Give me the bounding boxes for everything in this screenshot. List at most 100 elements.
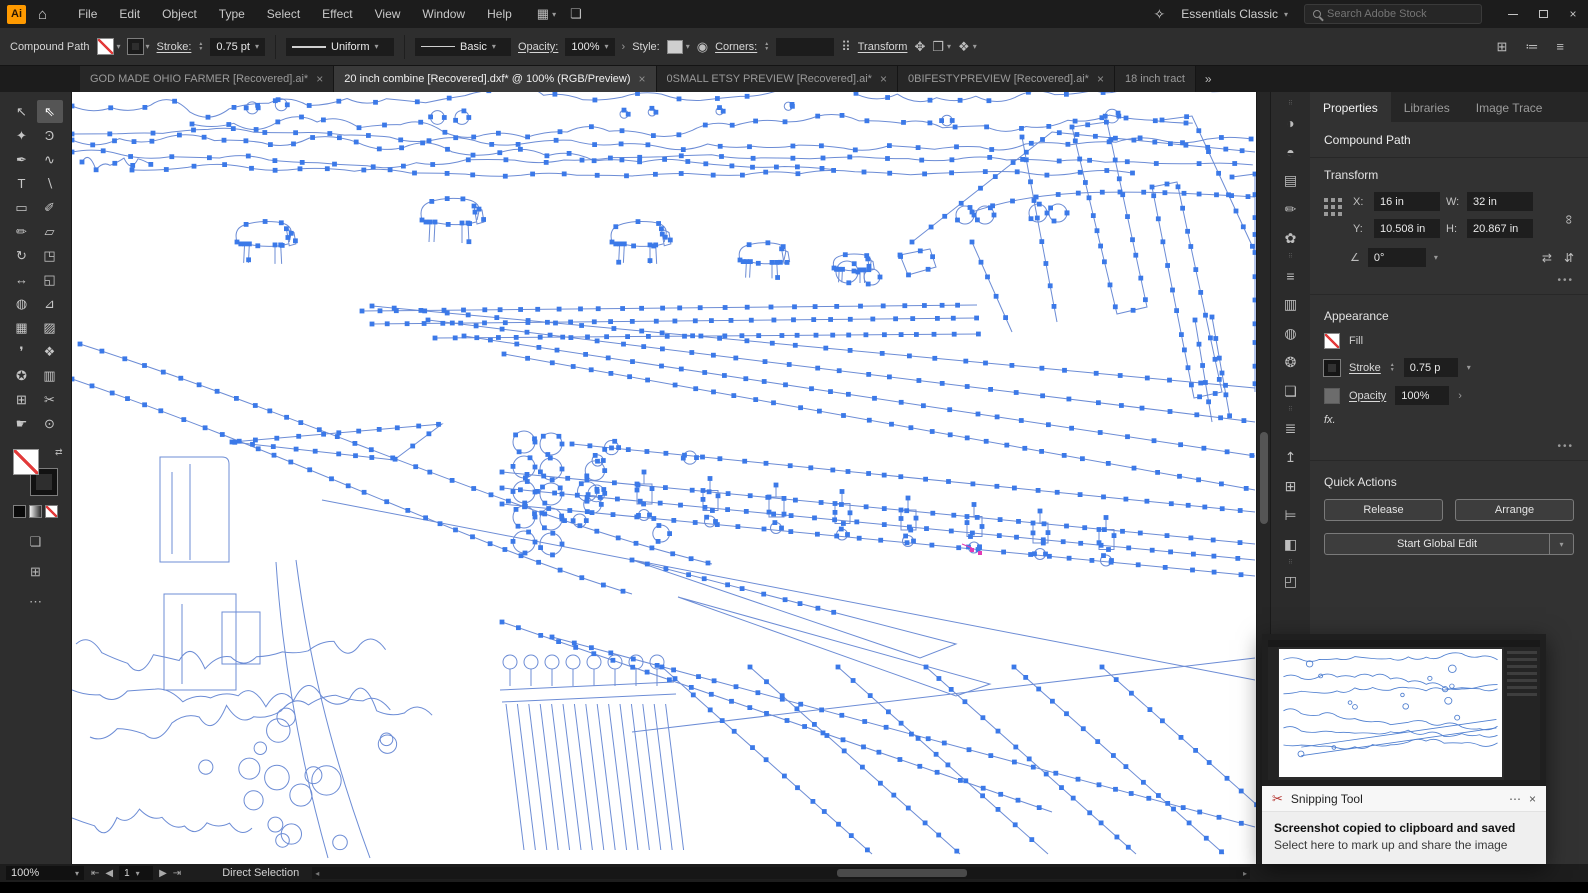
recolor-artwork-icon[interactable]: ◉ [697,39,708,55]
constrain-proportions-icon[interactable]: ∞ [1562,214,1577,223]
color-mode-button[interactable] [13,505,26,518]
swap-fill-stroke-icon[interactable]: ⇄ [55,447,63,458]
width-profile-dropdown[interactable]: Uniform▾ [286,38,394,56]
fill-color-dropdown[interactable]: ▾ [97,38,121,55]
screen-mode-icon[interactable]: ❏ [570,6,582,22]
blend-tool[interactable]: ❖ [37,340,63,363]
pathfinder-panel-icon[interactable]: ◧ [1273,530,1309,559]
document-tab[interactable]: 0BIFESTYPREVIEW [Recovered].ai*× [898,66,1115,92]
arrange-dropdown[interactable]: ❖▾ [958,39,977,55]
tab-libraries[interactable]: Libraries [1391,92,1463,122]
shape-modes-dropdown[interactable]: ❒▾ [932,39,951,55]
transform-link[interactable]: Transform [858,41,908,53]
stroke-swatch[interactable] [1324,360,1340,376]
canvas-area[interactable] [72,92,1256,864]
width-tool[interactable]: ↔ [9,268,35,291]
h-field[interactable]: 20.867 in [1467,219,1533,238]
pencil-tool[interactable]: ✏ [9,220,35,243]
close-button[interactable]: × [1558,0,1588,28]
artboards-panel-icon[interactable]: ⊞ [1273,472,1309,501]
pen-tool[interactable]: ✒ [9,148,35,171]
menu-edit[interactable]: Edit [108,0,151,28]
toolbar-more-icon[interactable]: ⋯ [29,594,42,610]
rotation-caret-icon[interactable]: ▾ [1434,253,1438,262]
fill-swatch-none[interactable] [1324,333,1340,349]
fill-indicator-none[interactable] [13,449,39,475]
opacity-panel-arrow[interactable]: › [1458,390,1462,402]
zoom-level-dropdown[interactable]: 100%▾ [6,866,84,880]
selection-tool[interactable]: ↖ [9,100,35,123]
direct-selection-tool[interactable]: ⇖ [37,100,63,123]
menu-view[interactable]: View [364,0,412,28]
tab-close-icon[interactable]: × [880,72,887,86]
draw-mode-icon[interactable]: ❏ [30,534,42,550]
isolate-selected-icon[interactable]: ✥ [914,39,925,55]
style-dropdown[interactable]: ▾ [667,40,690,54]
first-artboard-icon[interactable]: ⇤ [91,868,99,879]
gradient-panel-icon[interactable]: ▥ [1273,290,1309,319]
previous-artboard-icon[interactable]: ◀ [105,868,113,879]
menu-type[interactable]: Type [208,0,256,28]
hand-tool[interactable]: ☛ [9,412,35,435]
menu-help[interactable]: Help [476,0,523,28]
horizontal-scrollbar[interactable]: ◂ ▸ [312,867,1250,879]
artboard-number-field[interactable]: 1▾ [119,866,153,880]
symbols-panel-icon[interactable]: ✿ [1273,224,1309,253]
paintbrush-tool[interactable]: ✐ [37,196,63,219]
curvature-tool[interactable]: ∿ [37,148,63,171]
document-tab[interactable]: 18 inch tract [1115,66,1196,92]
rotation-field[interactable]: 0° [1368,248,1426,267]
x-field[interactable]: 16 in [1374,192,1440,211]
transparency-panel-icon[interactable]: ◍ [1273,319,1309,348]
color-panel-icon[interactable]: ◑ [1273,108,1309,137]
document-tab[interactable]: 0SMALL ETSY PREVIEW [Recovered].ai*× [657,66,898,92]
document-tab[interactable]: 20 inch combine [Recovered].dxf* @ 100% … [334,66,656,92]
stroke-weight-caret-icon[interactable]: ▾ [1467,363,1471,372]
brushes-panel-icon[interactable]: ✏ [1273,195,1309,224]
arrange-button[interactable]: Arrange [1455,499,1574,521]
slice-tool[interactable]: ✂ [37,388,63,411]
magic-wand-tool[interactable]: ✦ [9,124,35,147]
shape-builder-tool[interactable]: ◍ [9,292,35,315]
restore-button[interactable] [1528,0,1558,28]
workspace-switcher[interactable]: Essentials Classic ▾ [1181,7,1288,21]
arrange-documents-icon[interactable]: ▦▾ [537,6,556,22]
corners-link[interactable]: Corners: [715,41,757,53]
eyedropper-tool[interactable]: ❜ [9,340,35,363]
release-button[interactable]: Release [1324,499,1443,521]
scroll-right-icon[interactable]: ▸ [1243,869,1247,878]
tab-close-icon[interactable]: × [1097,72,1104,86]
align-panel-icon[interactable]: ⊨ [1273,501,1309,530]
color-guide-panel-icon[interactable]: ◓ [1273,137,1309,166]
notification-more-icon[interactable]: ⋯ [1509,792,1521,806]
asset-export-panel-icon[interactable]: ↥ [1273,443,1309,472]
stroke-weight-field[interactable]: 0.75 pt▾ [210,38,265,56]
appearance-panel-icon[interactable]: ❂ [1273,348,1309,377]
brush-dropdown[interactable]: Basic▾ [415,38,511,56]
opacity-link[interactable]: Opacity: [518,41,558,53]
w-field[interactable]: 32 in [1467,192,1533,211]
align-pixel-grid-icon[interactable]: ⠿ [841,39,851,55]
eraser-tool[interactable]: ▱ [37,220,63,243]
stroke-weight-field[interactable]: 0.75 p [1404,358,1458,377]
panel-menu-icon[interactable]: ≡ [1556,39,1564,54]
document-setup-icon[interactable]: ≔ [1525,39,1538,55]
workspace-grid-icon[interactable]: ⊞ [1497,39,1508,55]
fx-label[interactable]: fx. [1324,414,1336,426]
more-tabs-icon[interactable]: » [1196,66,1221,92]
scale-tool[interactable]: ◳ [37,244,63,267]
notification-close-icon[interactable]: × [1529,792,1536,806]
zoom-tool[interactable]: ⊙ [37,412,63,435]
lasso-tool[interactable]: Ͽ [37,124,63,147]
vertical-scrollbar-thumb[interactable] [1260,432,1268,524]
flip-vertical-icon[interactable]: ⇵ [1564,251,1574,265]
horizontal-scrollbar-thumb[interactable] [837,869,967,877]
global-edit-caret-icon[interactable]: ▾ [1550,533,1574,555]
menu-window[interactable]: Window [411,0,476,28]
stroke-panel-icon[interactable]: ≡ [1273,261,1309,290]
y-field[interactable]: 10.508 in [1374,219,1440,238]
screenshot-thumbnail[interactable] [1262,634,1546,786]
corners-field[interactable] [776,38,834,56]
menu-file[interactable]: File [67,0,108,28]
menu-object[interactable]: Object [151,0,208,28]
